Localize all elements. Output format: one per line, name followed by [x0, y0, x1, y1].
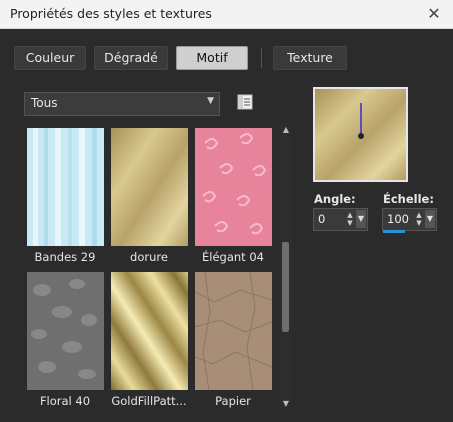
scale-stepper-icon[interactable]: ▲ ▼	[415, 211, 423, 227]
angle-label: Angle:	[314, 192, 356, 206]
library-icon[interactable]	[237, 94, 253, 110]
category-selected: Tous	[31, 96, 58, 110]
pattern-label: Papier	[215, 394, 251, 408]
angle-stepper-icon[interactable]: ▲ ▼	[346, 211, 354, 227]
pattern-label: Élégant 04	[202, 250, 264, 264]
papier-swatch	[195, 272, 272, 390]
scale-value: 100	[387, 212, 409, 226]
chevron-down-icon: ▼	[207, 96, 214, 106]
styles-textures-dialog: Propriétés des styles et textures ✕ Coul…	[0, 0, 453, 422]
category-dropdown[interactable]: Tous ▼	[24, 92, 220, 116]
pattern-scrollbar[interactable]: ▲ ▼	[280, 124, 292, 410]
tab-separator	[261, 48, 262, 68]
pattern-preview[interactable]	[313, 87, 408, 182]
scale-spinner[interactable]: 100 ▲ ▼ ▼	[382, 208, 437, 233]
scale-slider-bar[interactable]	[383, 230, 405, 233]
dialog-title: Propriétés des styles et textures	[10, 6, 212, 21]
scale-label: Échelle:	[383, 192, 434, 206]
angle-spinner[interactable]: 0 ▲ ▼ ▼	[313, 208, 368, 231]
pattern-label: Bandes 29	[34, 250, 96, 264]
tab-motif[interactable]: Motif	[176, 46, 248, 70]
pattern-label: Floral 40	[39, 394, 91, 408]
tab-couleur[interactable]: Couleur	[14, 46, 86, 70]
pattern-item-elegant-04[interactable]: Élégant 04	[192, 124, 274, 266]
goldfillpatt-swatch	[111, 272, 188, 390]
angle-dropdown-icon[interactable]: ▼	[356, 210, 366, 228]
angle-handle-center[interactable]	[358, 133, 364, 139]
title-bar: Propriétés des styles et textures ✕	[0, 0, 453, 29]
scrollbar-thumb[interactable]	[282, 242, 289, 332]
elegant-04-swatch	[195, 128, 272, 246]
scroll-down-icon[interactable]: ▼	[280, 398, 292, 410]
angle-value: 0	[318, 212, 326, 226]
pattern-item-papier[interactable]: Papier	[192, 268, 274, 410]
pattern-grid: Bandes 29 dorure Élégant 04 Floral 40 Go…	[24, 124, 279, 410]
pattern-item-bandes-29[interactable]: Bandes 29	[24, 124, 106, 266]
scale-dropdown-icon[interactable]: ▼	[425, 210, 435, 228]
pattern-label: dorure	[130, 250, 168, 264]
floral-40-swatch	[27, 272, 104, 390]
dorure-swatch	[111, 128, 188, 246]
preview-swatch	[315, 89, 406, 180]
close-icon[interactable]: ✕	[423, 3, 445, 25]
pattern-item-floral-40[interactable]: Floral 40	[24, 268, 106, 410]
pattern-item-dorure[interactable]: dorure	[108, 124, 190, 266]
tab-degrade[interactable]: Dégradé	[94, 46, 168, 70]
scroll-up-icon[interactable]: ▲	[280, 124, 292, 136]
bandes-29-swatch	[27, 128, 104, 246]
pattern-label: GoldFillPatt...	[111, 394, 187, 408]
pattern-item-goldfillpatt[interactable]: GoldFillPatt...	[108, 268, 190, 410]
tab-texture[interactable]: Texture	[273, 46, 347, 70]
